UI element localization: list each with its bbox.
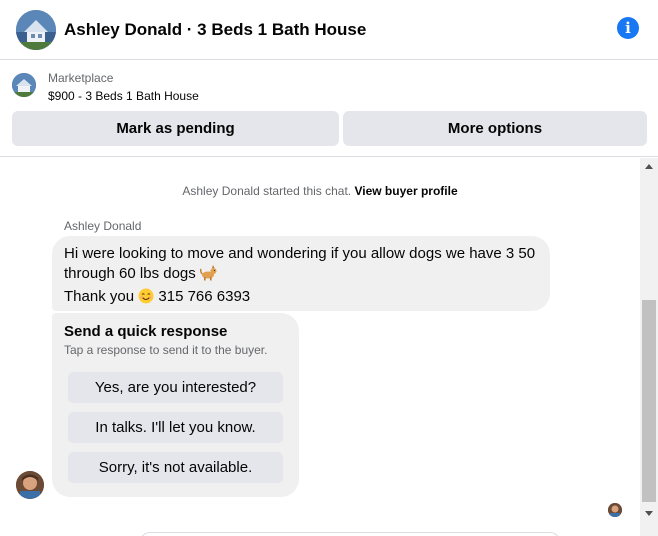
mark-as-pending-button[interactable]: Mark as pending (12, 111, 339, 146)
scroll-down-arrow-icon[interactable] (645, 511, 653, 516)
scroll-up-arrow-icon[interactable] (645, 164, 653, 169)
message-line-with-emoji: Thank you 315 766 6393 (64, 287, 538, 310)
chat-started-text: Ashley Donald started this chat. (182, 184, 355, 198)
scrollbar-thumb[interactable] (642, 300, 656, 502)
smiling-face-emoji-icon (138, 288, 154, 310)
marketplace-listing-panel: Marketplace $900 - 3 Beds 1 Bath House M… (0, 61, 658, 157)
chat-scrollbar[interactable] (640, 158, 658, 536)
message-composer[interactable] (140, 532, 560, 536)
dog-emoji-icon (199, 265, 217, 287)
more-options-button[interactable]: More options (343, 111, 647, 146)
quick-response-title: Send a quick response (64, 323, 228, 340)
phone-number-text: 315 766 6393 (158, 288, 251, 305)
view-buyer-profile-link[interactable]: View buyer profile (354, 184, 457, 198)
chat-header: Ashley Donald · 3 Beds 1 Bath House i (0, 0, 658, 60)
conversation-title: Ashley Donald · 3 Beds 1 Bath House (64, 20, 367, 39)
marketplace-label: Marketplace (48, 71, 114, 85)
message-thread: Ashley Donald started this chat. View bu… (0, 158, 640, 536)
listing-title[interactable]: $900 - 3 Beds 1 Bath House (48, 89, 199, 104)
sender-avatar[interactable] (16, 471, 44, 499)
seen-indicator-avatar (608, 503, 622, 517)
chat-started-notice: Ashley Donald started this chat. View bu… (0, 183, 640, 199)
listing-avatar[interactable] (16, 10, 56, 50)
quick-response-interested-button[interactable]: Yes, are you interested? (68, 372, 283, 403)
quick-response-in-talks-button[interactable]: In talks. I'll let you know. (68, 412, 283, 443)
listing-thumbnail[interactable] (12, 73, 36, 97)
quick-response-subtitle: Tap a response to send it to the buyer. (64, 343, 268, 357)
sender-name: Ashley Donald (64, 219, 142, 233)
quick-response-not-available-button[interactable]: Sorry, it's not available. (68, 452, 283, 483)
quick-response-card: Send a quick response Tap a response to … (52, 313, 299, 497)
info-icon[interactable]: i (617, 17, 639, 39)
message-line-text: Thank you (64, 288, 135, 305)
message-line: Hi were looking to move and wondering if… (64, 245, 536, 262)
message-line-text: through 60 lbs dogs (64, 265, 196, 282)
incoming-message-bubble[interactable]: Hi were looking to move and wondering if… (52, 236, 550, 311)
message-line-with-emoji: through 60 lbs dogs (64, 264, 538, 287)
